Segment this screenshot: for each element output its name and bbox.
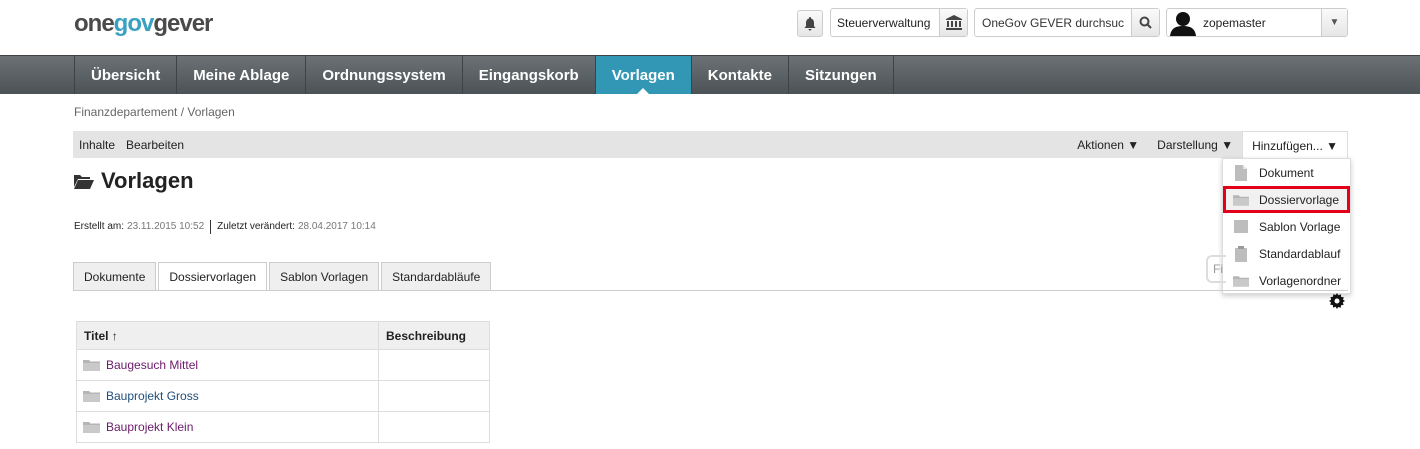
username: zopemaster — [1203, 15, 1266, 30]
search-button[interactable] — [1131, 9, 1159, 36]
add-menu-item-label: Vorlagenordner — [1259, 273, 1342, 288]
chevron-down-icon[interactable]: ▼ — [1321, 9, 1347, 36]
add-menu-item-label: Standardablauf — [1259, 246, 1341, 261]
tab-1[interactable]: Dossiervorlagen — [158, 262, 268, 291]
search-box[interactable]: OneGov GEVER durchsuc — [974, 8, 1160, 37]
tab-3[interactable]: Standardabläufe — [381, 262, 492, 290]
divider — [210, 220, 212, 234]
tab-inhalte[interactable]: Inhalte — [79, 138, 115, 152]
gear-icon[interactable] — [1329, 293, 1345, 314]
templates-table: Titel ↑ Beschreibung Baugesuch Mittel Bau… — [76, 321, 490, 443]
title-cell: Bauprojekt Gross — [76, 380, 379, 412]
nav-item-4[interactable]: Vorlagen — [595, 56, 692, 95]
column-header-description[interactable]: Beschreibung — [378, 321, 490, 350]
user-menu[interactable]: zopemaster ▼ — [1166, 8, 1348, 37]
nav-item-0[interactable]: Übersicht — [75, 56, 178, 94]
modified-value: 28.04.2017 10:14 — [297, 221, 376, 232]
description-cell — [378, 380, 490, 412]
nav-item-3[interactable]: Eingangskorb — [463, 56, 596, 94]
nav-item-5[interactable]: Kontakte — [692, 56, 789, 94]
document-icon — [1233, 164, 1249, 181]
modified-label: Zuletzt verändert: — [217, 221, 295, 232]
row-title-link[interactable]: Bauprojekt Gross — [106, 389, 199, 403]
column-header-title[interactable]: Titel ↑ — [76, 321, 379, 350]
filter-input[interactable]: Fi — [1206, 255, 1226, 283]
row-title-link[interactable]: Baugesuch Mittel — [106, 358, 198, 372]
institution-icon — [939, 9, 967, 36]
title-cell: Bauprojekt Klein — [76, 411, 379, 443]
tabs-divider — [73, 290, 1348, 291]
folder-icon — [1233, 192, 1249, 208]
add-menu-item-1[interactable]: Dossiervorlage — [1223, 186, 1350, 213]
logo-text-one: one — [74, 10, 115, 37]
folder-icon — [1233, 273, 1249, 289]
actions-menu[interactable]: Aktionen ▼ — [1068, 131, 1148, 158]
notifications-button[interactable] — [797, 10, 823, 37]
description-cell — [378, 349, 490, 381]
breadcrumb[interactable]: Finanzdepartement / Vorlagen — [74, 105, 235, 119]
tab-bearbeiten[interactable]: Bearbeiten — [126, 138, 184, 152]
search-input[interactable]: OneGov GEVER durchsuc — [975, 16, 1131, 30]
content-toolbar: Inhalte Bearbeiten Aktionen ▼ Darstellun… — [73, 131, 1348, 159]
nav-item-2[interactable]: Ordnungssystem — [306, 56, 463, 94]
sablon-icon — [1233, 219, 1249, 235]
add-menu-item-3[interactable]: Standardablauf — [1223, 240, 1350, 267]
add-menu-item-2[interactable]: Sablon Vorlage — [1223, 213, 1350, 240]
add-menu-dropdown: Dokument Dossiervorlage Sablon Vorlage Stan… — [1222, 158, 1351, 294]
add-menu-item-label: Dokument — [1259, 165, 1314, 180]
search-icon — [1139, 16, 1152, 29]
nav-item-1[interactable]: Meine Ablage — [177, 56, 307, 94]
org-unit-label: Steuerverwaltung — [837, 15, 931, 30]
page-title: Vorlagen — [74, 168, 194, 194]
folder-icon — [83, 390, 100, 402]
description-cell — [378, 411, 490, 443]
bell-icon — [804, 16, 816, 30]
folder-icon — [83, 359, 100, 371]
content-tabs: Dokumente Dossiervorlagen Sablon Vorlagen S… — [73, 262, 492, 291]
page-title-text: Vorlagen — [101, 168, 194, 193]
main-navigation: Übersicht Meine Ablage Ordnungssystem Einga… — [0, 55, 1420, 95]
display-menu[interactable]: Darstellung ▼ — [1148, 131, 1242, 158]
logo-text-gov: gov — [113, 10, 155, 37]
clipboard-icon — [1233, 245, 1249, 262]
add-menu-item-label: Sablon Vorlage — [1259, 219, 1341, 234]
table-row: Bauprojekt Klein — [76, 411, 490, 443]
add-menu-item-0[interactable]: Dokument — [1223, 159, 1350, 186]
table-row: Bauprojekt Gross — [76, 380, 490, 412]
document-byline: Erstellt am: 23.11.2015 10:52 Zuletzt ve… — [74, 220, 376, 235]
folder-open-icon — [74, 173, 94, 189]
avatar — [1169, 9, 1197, 36]
created-label: Erstellt am: — [74, 221, 125, 232]
row-title-link[interactable]: Bauprojekt Klein — [106, 420, 193, 434]
created-value: 23.11.2015 10:52 — [127, 221, 205, 232]
nav-item-6[interactable]: Sitzungen — [789, 56, 894, 94]
logo-text-gever: gever — [153, 10, 213, 37]
title-cell: Baugesuch Mittel — [76, 349, 379, 381]
add-menu[interactable]: Hinzufügen... ▼ — [1242, 131, 1348, 159]
table-row: Baugesuch Mittel — [76, 349, 490, 381]
org-unit-selector[interactable]: Steuerverwaltung — [830, 8, 968, 37]
tab-0[interactable]: Dokumente — [73, 262, 157, 290]
tab-2[interactable]: Sablon Vorlagen — [269, 262, 380, 290]
add-menu-item-label: Dossiervorlage — [1259, 192, 1340, 207]
folder-icon — [83, 421, 100, 433]
logo[interactable]: onegovgever — [74, 10, 213, 38]
